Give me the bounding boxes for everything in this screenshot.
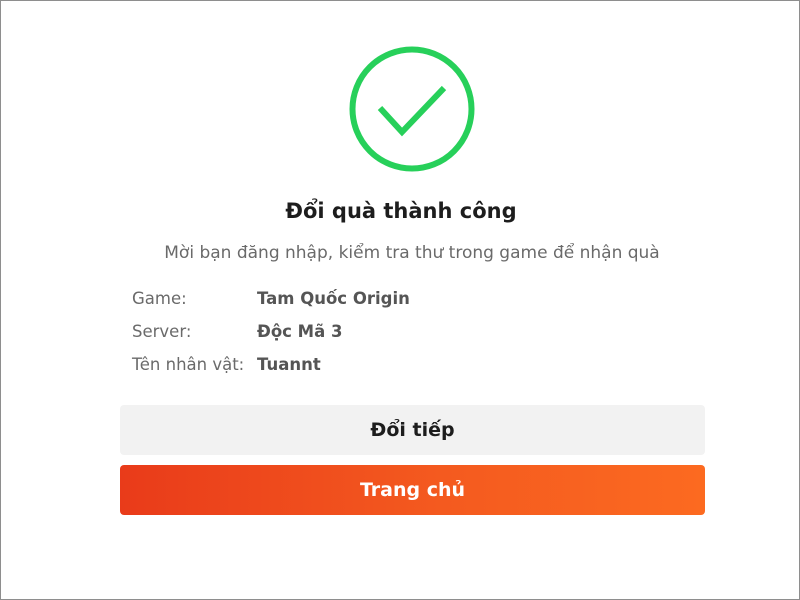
- detail-value-server: Độc Mã 3: [257, 322, 343, 341]
- continue-redeem-button[interactable]: Đổi tiếp: [120, 405, 705, 455]
- check-mark: [377, 85, 447, 137]
- dialog-title: Đổi quà thành công: [285, 199, 517, 223]
- detail-value-game: Tam Quốc Origin: [257, 289, 410, 308]
- detail-value-character: Tuannt: [257, 355, 321, 374]
- detail-label-server: Server:: [132, 322, 192, 341]
- home-button[interactable]: Trang chủ: [120, 465, 705, 515]
- detail-label-character: Tên nhân vật:: [132, 355, 245, 374]
- check-circle-ring: [349, 46, 475, 172]
- detail-label-game: Game:: [132, 289, 187, 308]
- success-dialog: Đổi quà thành công Mời bạn đăng nhập, ki…: [0, 0, 800, 600]
- check-circle-icon: [349, 46, 475, 172]
- dialog-subtitle: Mời bạn đăng nhập, kiểm tra thư trong ga…: [164, 243, 660, 263]
